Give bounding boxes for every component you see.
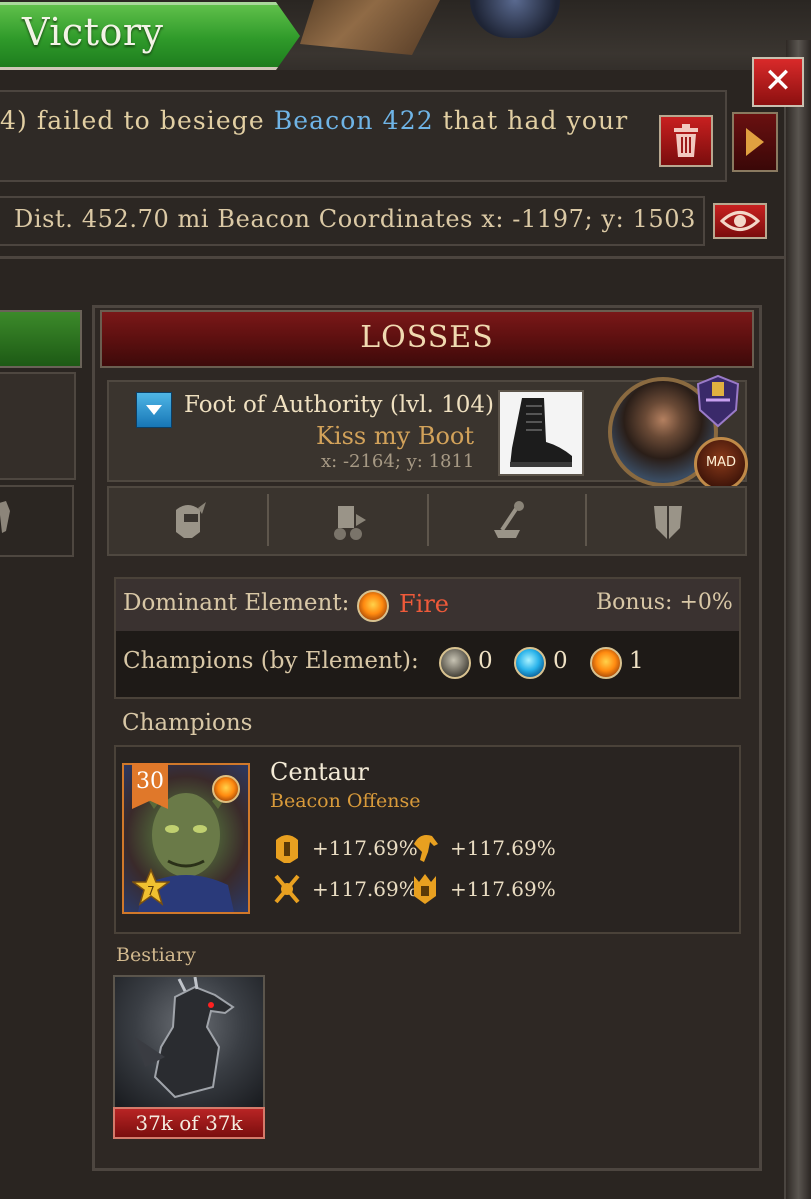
close-icon: ✕: [763, 61, 793, 101]
water-element-icon: [514, 647, 546, 679]
tab-separator: [427, 494, 429, 546]
troop-icon: [0, 501, 10, 533]
next-report-button[interactable]: [732, 112, 778, 172]
fire-count: 1: [629, 648, 644, 674]
alliance-tag-badge: MAD: [694, 437, 748, 491]
cavalry-horse-icon: [414, 835, 438, 862]
message-suffix: that had your: [433, 106, 629, 135]
stat-cavalry: +117.69%: [450, 836, 556, 860]
stat-infantry: +117.69%: [312, 836, 418, 860]
player-name[interactable]: Foot of Authority (lvl. 104): [184, 392, 494, 418]
attacker-panel-partial: [0, 372, 76, 480]
fire-element-icon: [212, 775, 240, 803]
trash-icon: [674, 124, 698, 157]
section-divider: [0, 256, 786, 259]
champions-heading: Champions: [122, 710, 253, 736]
arrow-right-icon: [746, 128, 764, 156]
bestiary-count: 37k of 37k: [135, 1111, 243, 1135]
water-count: 0: [553, 648, 568, 674]
tab-separator: [267, 494, 269, 546]
beacon-link[interactable]: Beacon 422: [274, 106, 434, 135]
boot-icon: [510, 398, 572, 467]
stat-ranged: +117.69%: [312, 877, 418, 901]
siege-tower-icon: [414, 874, 436, 904]
distance-coordinates: Dist. 452.70 mi Beacon Coordinates x: -1…: [14, 205, 696, 233]
guild-shield-icon: [696, 374, 740, 428]
earth-element-icon: [439, 647, 471, 679]
frame-right-rail: [786, 40, 811, 1199]
chevron-down-icon: [146, 405, 162, 415]
earth-count: 0: [478, 648, 493, 674]
tab-separator: [585, 494, 587, 546]
close-button[interactable]: ✕: [752, 57, 804, 107]
ranged-crossbow-icon: [274, 874, 300, 904]
helmet-icon[interactable]: [168, 500, 208, 542]
dominant-element-value: Fire: [399, 590, 450, 618]
dragon-icon: [135, 976, 235, 1099]
star-rank-icon: 7: [132, 868, 170, 906]
champion-name: Centaur: [270, 758, 369, 786]
player-alliance[interactable]: Kiss my Boot: [316, 422, 474, 450]
eye-icon: [720, 211, 760, 231]
victory-title: Victory: [22, 10, 164, 54]
champions-by-element-label: Champions (by Element):: [123, 648, 419, 674]
delete-button[interactable]: [659, 115, 713, 167]
shield-icon[interactable]: [648, 500, 688, 542]
element-bonus: Bonus: +0%: [596, 590, 733, 615]
player-coordinates[interactable]: x: -2164; y: 1811: [321, 451, 474, 472]
stat-siege: +117.69%: [450, 877, 556, 901]
message-bar: [0, 90, 727, 182]
losses-title: LOSSES: [360, 320, 494, 355]
champion-role: Beacon Offense: [270, 790, 421, 812]
champion-level: 30: [136, 769, 164, 794]
expand-button[interactable]: [136, 392, 172, 428]
bestiary-label: Bestiary: [116, 944, 196, 966]
alliance-boot-emblem: [498, 390, 584, 476]
message-prefix: 4) failed to besiege: [0, 106, 274, 135]
fire-element-icon: [357, 590, 389, 622]
siege-engine-icon[interactable]: [328, 500, 368, 542]
report-message: 4) failed to besiege Beacon 422 that had…: [0, 106, 628, 135]
infantry-helmet-icon: [276, 835, 298, 863]
catapult-icon[interactable]: [488, 500, 528, 542]
fire-element-icon: [590, 647, 622, 679]
dominant-element-label: Dominant Element:: [123, 590, 350, 616]
view-location-button[interactable]: [713, 203, 767, 239]
svg-text:7: 7: [147, 884, 155, 898]
victories-banner-partial: [0, 310, 82, 368]
